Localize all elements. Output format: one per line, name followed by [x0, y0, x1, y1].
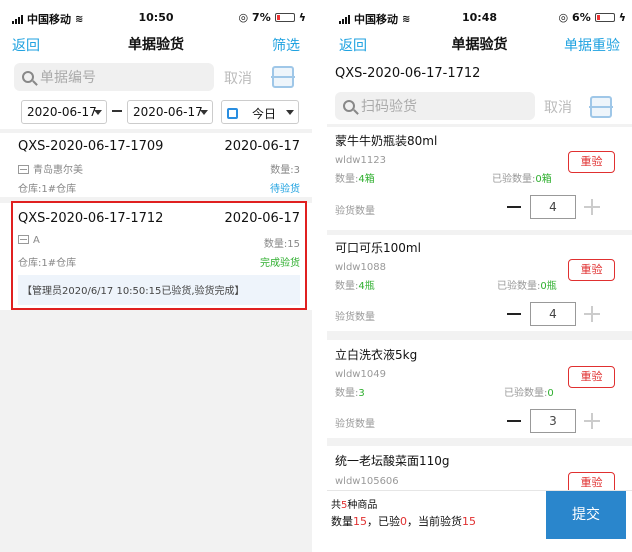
battery-icon: [594, 13, 615, 22]
product-card: 可口可乐100ml wldw1088 数量:4瓶 已验数量:0瓶 重验 验货数量…: [327, 235, 632, 331]
quantity-stepper: 4: [505, 195, 601, 219]
search-icon: [22, 71, 34, 83]
order-date: 2020-06-17: [224, 139, 300, 154]
date-from-value: 2020-06-17: [27, 105, 97, 119]
calendar-icon: [227, 108, 238, 119]
recheck-button[interactable]: 重验: [568, 259, 615, 281]
search-placeholder: 扫码验货: [361, 99, 417, 115]
product-card: 统一老坛酸菜面110g wldw105606 重验: [327, 446, 632, 494]
plus-icon[interactable]: [584, 306, 600, 322]
date-range-select[interactable]: 今日: [221, 100, 299, 124]
product-name: 可口可乐100ml: [335, 241, 421, 255]
battery-percent: 6%: [572, 11, 591, 24]
quantity-input[interactable]: 3: [530, 409, 576, 433]
quantity-stepper: 4: [505, 302, 601, 326]
recheck-order-button[interactable]: 单据重验: [564, 35, 620, 55]
date-from-select[interactable]: 2020-06-17: [21, 100, 107, 124]
check-qty-label: 验货数量: [335, 312, 375, 323]
minus-icon[interactable]: [507, 206, 521, 208]
order-number: QXS-2020-06-17-1709: [18, 139, 164, 154]
product-card: 蒙牛牛奶瓶装80ml wldw1123 数量:4箱 已验数量:0箱 重验 验货数…: [327, 127, 632, 230]
product-code: wldw1123: [335, 155, 386, 166]
scan-search-input[interactable]: 扫码验货: [335, 92, 535, 120]
date-to-select[interactable]: 2020-06-17: [127, 100, 213, 124]
order-status: 待验货: [270, 184, 300, 195]
nav-bar: 返回 单据验货 单据重验: [327, 30, 632, 58]
scan-icon[interactable]: [589, 96, 613, 118]
recheck-button[interactable]: 重验: [568, 366, 615, 388]
product-kinds-summary: 共5种商品: [331, 500, 378, 511]
product-name: 立白洗衣液5kg: [335, 348, 418, 362]
product-checked: 已验数量:0: [504, 388, 554, 399]
date-to-value: 2020-06-17: [133, 105, 203, 119]
quantity-summary: 数量15，已验0，当前验货15: [331, 515, 476, 528]
order-check-screen: 中国移动 ≋ 10:48 ◎ 6% ϟ 返回 单据验货 单据重验 QXS-202…: [327, 0, 632, 552]
filter-button[interactable]: 筛选: [272, 35, 300, 55]
date-range-value: 今日: [252, 107, 277, 121]
search-icon: [343, 100, 355, 112]
order-customer: 青岛惠尔美: [33, 165, 83, 176]
search-cancel-button[interactable]: 取消: [544, 97, 572, 117]
order-list-screen: 中国移动 ≋ 10:50 ◎ 7% ϟ 返回 单据验货 筛选 单据编号 取消 2…: [0, 0, 312, 552]
plus-icon[interactable]: [584, 199, 600, 215]
battery-group: ◎ 6% ϟ: [558, 11, 626, 24]
quantity-stepper: 3: [505, 409, 601, 433]
order-qty: 数量:3: [270, 165, 300, 176]
product-name: 统一老坛酸菜面110g: [335, 454, 450, 468]
submit-button[interactable]: 提交: [546, 491, 626, 539]
order-card[interactable]: QXS-2020-06-17-1709 2020-06-17 青岛惠尔美 数量:…: [0, 133, 312, 197]
product-checked: 已验数量:0箱: [492, 174, 552, 185]
receipt-icon: [18, 165, 29, 174]
product-code: wldw105606: [335, 476, 399, 487]
nav-bar: 返回 单据验货 筛选: [0, 30, 312, 58]
quantity-input[interactable]: 4: [530, 302, 576, 326]
charging-icon: ϟ: [298, 11, 306, 24]
lock-rotation-icon: ◎: [558, 11, 569, 24]
order-warehouse: 仓库:1#仓库: [18, 184, 77, 195]
chevron-down-icon: [94, 110, 102, 115]
battery-percent: 7%: [252, 11, 271, 24]
search-placeholder: 单据编号: [40, 70, 96, 86]
minus-icon[interactable]: [507, 313, 521, 315]
charging-icon: ϟ: [618, 11, 626, 24]
chevron-down-icon: [286, 110, 294, 115]
check-qty-label: 验货数量: [335, 419, 375, 430]
plus-icon[interactable]: [584, 413, 600, 429]
product-name: 蒙牛牛奶瓶装80ml: [335, 134, 438, 148]
recheck-button[interactable]: 重验: [568, 151, 615, 173]
order-search-input[interactable]: 单据编号: [14, 63, 214, 91]
battery-icon: [274, 13, 295, 22]
chevron-down-icon: [200, 110, 208, 115]
product-checked: 已验数量:0瓶: [497, 281, 557, 292]
product-qty: 数量:4瓶: [335, 281, 375, 292]
product-code: wldw1049: [335, 369, 386, 380]
search-cancel-button[interactable]: 取消: [224, 68, 252, 88]
lock-rotation-icon: ◎: [238, 11, 249, 24]
quantity-input[interactable]: 4: [530, 195, 576, 219]
battery-group: ◎ 7% ϟ: [238, 11, 306, 24]
product-code: wldw1088: [335, 262, 386, 273]
page-title: 单据验货: [128, 37, 184, 53]
order-number: QXS-2020-06-17-1712: [335, 66, 481, 81]
minus-icon[interactable]: [507, 420, 521, 422]
date-range-dash: [112, 110, 122, 112]
scan-icon[interactable]: [271, 66, 295, 88]
product-qty: 数量:3: [335, 388, 365, 399]
selection-highlight: [11, 201, 307, 310]
product-qty: 数量:4箱: [335, 174, 375, 185]
summary-footer: 共5种商品 数量15，已验0，当前验货15 提交: [327, 490, 632, 552]
check-qty-label: 验货数量: [335, 206, 375, 217]
product-card: 立白洗衣液5kg wldw1049 数量:3 已验数量:0 重验 验货数量 3: [327, 340, 632, 438]
order-customer-row: 青岛惠尔美: [18, 161, 83, 176]
